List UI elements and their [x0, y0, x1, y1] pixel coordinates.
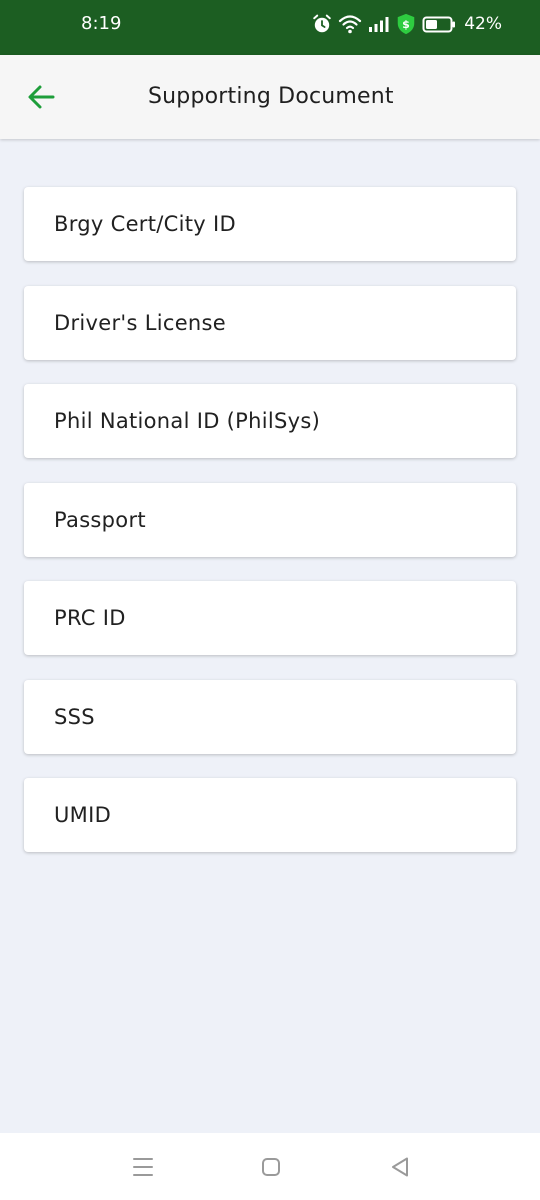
status-time: 8:19	[81, 13, 122, 34]
document-option-label: Brgy Cert/City ID	[54, 212, 236, 236]
menu-icon[interactable]	[130, 1154, 156, 1180]
document-option-label: Driver's License	[54, 310, 226, 335]
back-icon[interactable]	[387, 1154, 413, 1180]
document-option-label: Passport	[54, 507, 146, 532]
home-icon[interactable]	[258, 1154, 284, 1180]
document-option-label: UMID	[54, 803, 112, 827]
document-option-passport[interactable]: Passport	[24, 482, 516, 557]
document-option-drivers-license[interactable]: Driver's License	[24, 285, 516, 360]
battery-icon	[422, 16, 456, 33]
document-option-national-id[interactable]: Phil National ID (PhilSys)	[24, 384, 516, 458]
document-option-label: SSS	[54, 704, 95, 729]
page-title: Supporting Document	[148, 84, 394, 109]
document-option-sss[interactable]: SSS	[24, 679, 516, 754]
battery-percentage: 42%	[464, 14, 502, 34]
signal-icon	[369, 17, 389, 32]
alarm-icon	[313, 14, 332, 33]
document-option-umid[interactable]: UMID	[24, 778, 516, 852]
document-list: Brgy Cert/City ID Driver's License Phil …	[24, 187, 516, 877]
back-button[interactable]	[26, 84, 56, 110]
app-bar: Supporting Document	[0, 55, 540, 139]
document-option-label: Phil National ID (PhilSys)	[54, 409, 321, 433]
document-option-label: PRC ID	[54, 606, 126, 630]
document-option-brgy-cert[interactable]: Brgy Cert/City ID	[24, 187, 516, 261]
wifi-icon	[339, 15, 362, 34]
status-bar: 8:19 $ 42%	[0, 0, 540, 55]
security-shield-icon: $	[397, 13, 415, 35]
svg-text:$: $	[402, 18, 410, 31]
arrow-left-icon	[28, 85, 55, 109]
document-option-prc-id[interactable]: PRC ID	[24, 581, 516, 655]
system-navigation-bar	[0, 1133, 540, 1200]
status-icons: $ 42%	[312, 12, 502, 36]
